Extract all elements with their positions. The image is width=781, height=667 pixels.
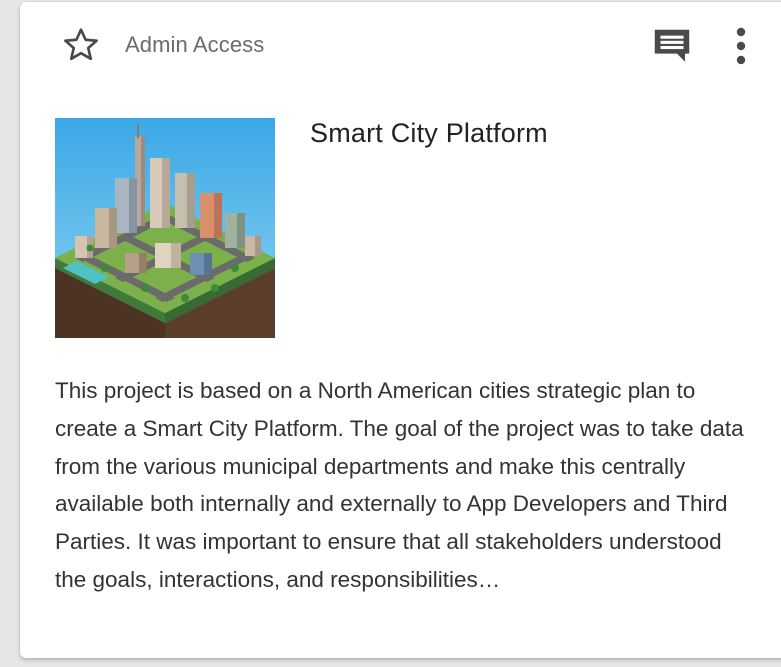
project-title[interactable]: Smart City Platform: [310, 118, 548, 149]
project-description: This project is based on a North America…: [55, 378, 744, 592]
city-illustration: [55, 118, 275, 338]
comment-icon: [654, 29, 690, 62]
star-outline-icon: [64, 28, 98, 61]
access-level-label: Admin Access: [125, 32, 265, 57]
project-thumbnail: [55, 118, 275, 338]
favorite-button[interactable]: [58, 24, 104, 66]
project-card[interactable]: Admin Access Smart City Platform This pr…: [20, 2, 781, 658]
more-options-button[interactable]: [722, 22, 760, 70]
comments-button[interactable]: [644, 22, 700, 70]
more-vert-icon: [736, 27, 746, 65]
